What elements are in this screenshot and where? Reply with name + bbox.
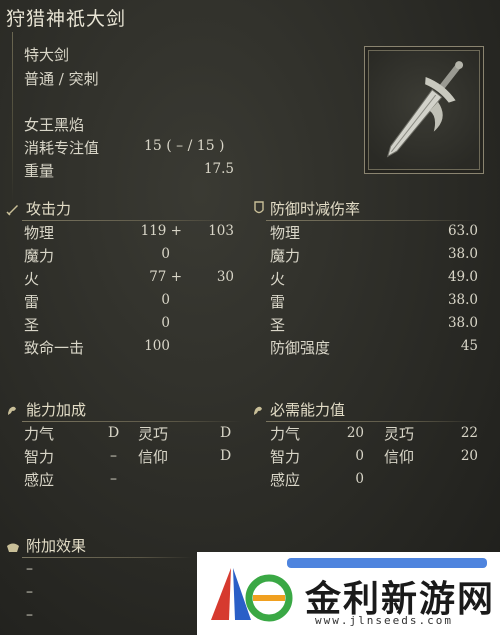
- attack-base: 100: [144, 338, 170, 354]
- logo-mark-icon: [211, 568, 293, 622]
- scaling-grade: D: [220, 425, 232, 441]
- attack-bonus: 103: [208, 223, 234, 239]
- weight-label: 重量: [24, 162, 55, 180]
- weapon-type: 特大剑: [24, 46, 70, 64]
- guard-value: 38.0: [447, 246, 478, 262]
- effects-rule: [22, 557, 192, 558]
- guard-header: 防御时减伤率: [270, 200, 361, 218]
- scaling-label: 感应: [24, 471, 55, 489]
- requirement-value: 20: [346, 425, 364, 441]
- attack-label: 火: [24, 270, 40, 288]
- attack-base: 0: [161, 246, 170, 262]
- sword-icon: [6, 205, 18, 216]
- attack-base: 0: [161, 315, 170, 331]
- watermark-logo: 金利新游网 www.jlnseeds.com: [197, 552, 500, 635]
- requirement-label: 信仰: [384, 448, 415, 466]
- effect-item: –: [26, 561, 33, 577]
- guard-value: 49.0: [447, 269, 478, 285]
- effect-icon: [7, 543, 19, 552]
- weight-value: 17.5: [203, 161, 234, 177]
- scaling-label: 信仰: [138, 448, 169, 466]
- watermark-url: www.jlnseeds.com: [315, 614, 453, 627]
- scaling-rule: [22, 421, 242, 422]
- attack-label: 物理: [24, 224, 55, 242]
- scaling-grade: –: [110, 471, 117, 487]
- guard-label: 防御强度: [270, 339, 331, 357]
- guard-label: 火: [270, 270, 286, 288]
- requirement-value: 0: [355, 471, 364, 487]
- scaling-label: 力气: [24, 425, 55, 443]
- attack-rule: [22, 220, 242, 221]
- guard-label: 魔力: [270, 247, 301, 265]
- guard-label: 圣: [270, 316, 286, 334]
- attack-base: 0: [161, 292, 170, 308]
- attack-bonus: 30: [216, 269, 234, 285]
- guard-label: 雷: [270, 293, 286, 311]
- requirement-label: 智力: [270, 448, 301, 466]
- effects-header: 附加效果: [26, 537, 87, 555]
- scaling-grade: D: [108, 425, 120, 441]
- shield-icon: [254, 201, 264, 214]
- fp-cost-value: 15 ( – / 15 ): [144, 138, 225, 154]
- requirement-label: 灵巧: [384, 425, 415, 443]
- scaling-label: 智力: [24, 448, 55, 466]
- weapon-name: 狩猎神祇大剑: [6, 8, 127, 30]
- requirements-rule: [266, 421, 480, 422]
- watermark-stripe: [287, 558, 487, 568]
- guard-rule: [266, 220, 480, 221]
- requirement-label: 力气: [270, 425, 301, 443]
- fp-cost-label: 消耗专注值: [24, 139, 100, 157]
- guard-value: 38.0: [447, 292, 478, 308]
- guard-value: 63.0: [447, 223, 478, 239]
- attack-label: 魔力: [24, 247, 55, 265]
- scaling-grade: –: [110, 448, 117, 464]
- attack-label: 雷: [24, 293, 40, 311]
- guard-value: 45: [460, 338, 478, 354]
- guard-value: 38.0: [447, 315, 478, 331]
- requirement-label: 感应: [270, 471, 301, 489]
- guard-label: 物理: [270, 224, 301, 242]
- scaling-label: 灵巧: [138, 425, 169, 443]
- attack-label: 致命一击: [24, 339, 85, 357]
- weapon-image-frame: [364, 46, 484, 174]
- divider-line: [12, 32, 13, 202]
- requirement-value: 22: [460, 425, 478, 441]
- attack-type: 普通 / 突刺: [24, 70, 99, 88]
- requirement-value: 20: [460, 448, 478, 464]
- effect-item: –: [26, 607, 33, 623]
- attack-base: 77 +: [149, 269, 182, 285]
- requirements-header: 必需能力值: [270, 401, 346, 419]
- scaling-header: 能力加成: [26, 401, 87, 419]
- greatsword-icon: [386, 61, 464, 158]
- scaling-grade: D: [220, 448, 232, 464]
- attack-label: 圣: [24, 316, 40, 334]
- attack-base: 119 +: [140, 223, 182, 239]
- attack-header: 攻击力: [26, 200, 72, 218]
- effect-item: –: [26, 584, 33, 600]
- arm-icon: [8, 406, 16, 415]
- skill-name: 女王黑焰: [24, 116, 85, 134]
- arm-icon: [254, 406, 262, 415]
- requirement-value: 0: [355, 448, 364, 464]
